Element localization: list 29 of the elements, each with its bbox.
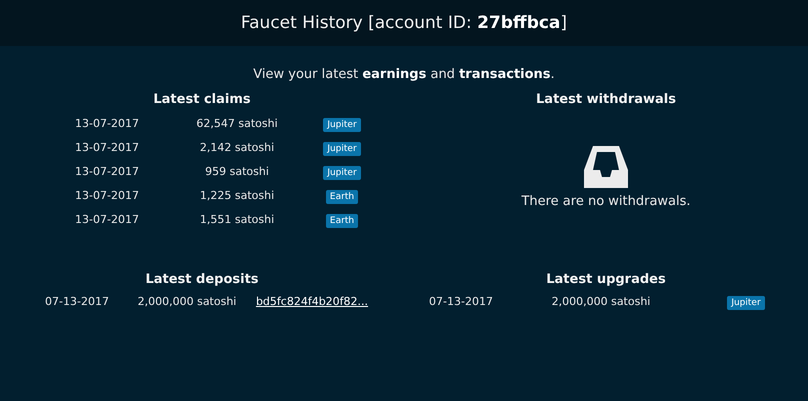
transaction-link[interactable]: bd5fc824f4b20f82... <box>252 294 372 308</box>
planet-tag: Jupiter <box>323 142 361 156</box>
amount-cell-text: 2,142 satoshi <box>198 140 276 154</box>
intro-text: View your latest earnings and transactions. <box>252 67 556 82</box>
amount-cell-text: 2,000,000 satoshi <box>550 294 652 308</box>
empty-message: There are no withdrawals. <box>521 194 691 209</box>
date-cell-text: 13-07-2017 <box>74 116 140 130</box>
section-title: Latest withdrawals <box>536 92 676 107</box>
planet-tag: Jupiter <box>323 166 361 180</box>
section-title: Latest claims <box>153 92 251 107</box>
date-cell-text: 13-07-2017 <box>74 164 140 178</box>
planet-tag: Jupiter <box>727 296 765 310</box>
amount-cell-text: 959 satoshi <box>204 164 270 178</box>
date-cell-text: 13-07-2017 <box>74 188 140 202</box>
date-cell-text: 13-07-2017 <box>74 140 140 154</box>
date-cell-text: 13-07-2017 <box>74 212 140 226</box>
amount-cell-text: 1,225 satoshi <box>198 188 276 202</box>
page-title: Faucet History [account ID: 27bffbca] <box>240 13 568 33</box>
planet-tag: Jupiter <box>323 118 361 132</box>
section-title: Latest deposits <box>145 272 259 287</box>
amount-cell-text: 2,000,000 satoshi <box>136 294 238 308</box>
date-cell-text: 07-13-2017 <box>428 294 494 308</box>
inbox-icon <box>584 146 628 188</box>
section-title: Latest upgrades <box>546 272 666 287</box>
planet-tag: Earth <box>326 190 358 204</box>
date-cell-text: 07-13-2017 <box>44 294 110 308</box>
amount-cell-text: 1,551 satoshi <box>198 212 276 226</box>
amount-cell-text: 62,547 satoshi <box>195 116 279 130</box>
planet-tag: Earth <box>326 214 358 228</box>
